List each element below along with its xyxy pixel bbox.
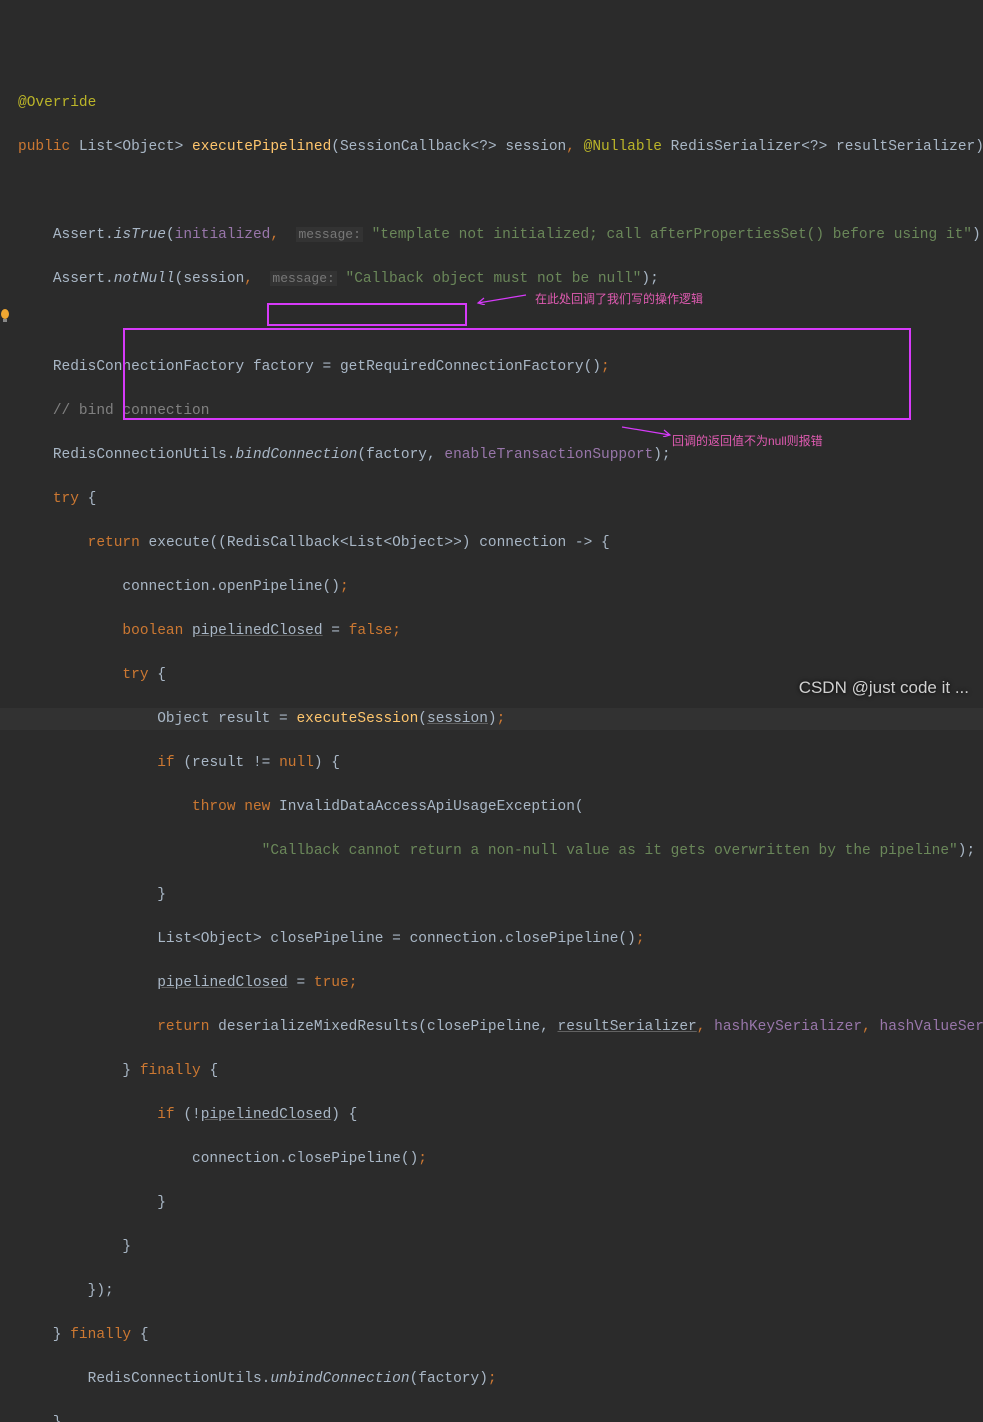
- code-line: }: [0, 1192, 983, 1214]
- code-line: }: [0, 884, 983, 906]
- lightbulb-icon[interactable]: [0, 309, 10, 323]
- code-line: Assert.isTrue(initialized, message: "tem…: [0, 224, 983, 246]
- code-line: "Callback cannot return a non-null value…: [0, 840, 983, 862]
- annotation-text-2: 回调的返回值不为null则报错: [672, 430, 823, 452]
- code-line: @Override: [0, 92, 983, 114]
- code-line: return execute((RedisCallback<List<Objec…: [0, 532, 983, 554]
- code-line: throw new InvalidDataAccessApiUsageExcep…: [0, 796, 983, 818]
- param-hint: message:: [270, 271, 336, 286]
- code-line: [0, 180, 983, 202]
- code-line: Assert.notNull(session, message: "Callba…: [0, 268, 983, 290]
- code-line: RedisConnectionFactory factory = getRequ…: [0, 356, 983, 378]
- code-line: try {: [0, 488, 983, 510]
- code-line: RedisConnectionUtils.unbindConnection(fa…: [0, 1368, 983, 1390]
- annotation-text-1: 在此处回调了我们写的操作逻辑: [535, 288, 703, 310]
- arrow-icon: [474, 293, 530, 305]
- code-line: RedisConnectionUtils.bindConnection(fact…: [0, 444, 983, 466]
- code-line: connection.openPipeline();: [0, 576, 983, 598]
- code-line: });: [0, 1280, 983, 1302]
- code-line: [0, 312, 983, 334]
- code-line: boolean pipelinedClosed = false;: [0, 620, 983, 642]
- annotation-override: @Override: [18, 95, 96, 111]
- code-line: }: [0, 1236, 983, 1258]
- code-line: public List<Object> executePipelined(Ses…: [0, 136, 983, 158]
- code-line: connection.closePipeline();: [0, 1148, 983, 1170]
- code-line: if (!pipelinedClosed) {: [0, 1104, 983, 1126]
- watermark: CSDN @just code it ...: [799, 677, 969, 699]
- code-line: if (result != null) {: [0, 752, 983, 774]
- code-line: List<Object> closePipeline = connection.…: [0, 928, 983, 950]
- code-line: return deserializeMixedResults(closePipe…: [0, 1016, 983, 1038]
- code-line: }: [0, 1412, 983, 1422]
- code-line: } finally {: [0, 1060, 983, 1082]
- code-line: } finally {: [0, 1324, 983, 1346]
- param-hint: message:: [296, 227, 362, 242]
- arrow-icon: [618, 425, 674, 437]
- code-line-current: Object result = executeSession(session);: [0, 708, 983, 730]
- code-line: pipelinedClosed = true;: [0, 972, 983, 994]
- code-line: // bind connection: [0, 400, 983, 422]
